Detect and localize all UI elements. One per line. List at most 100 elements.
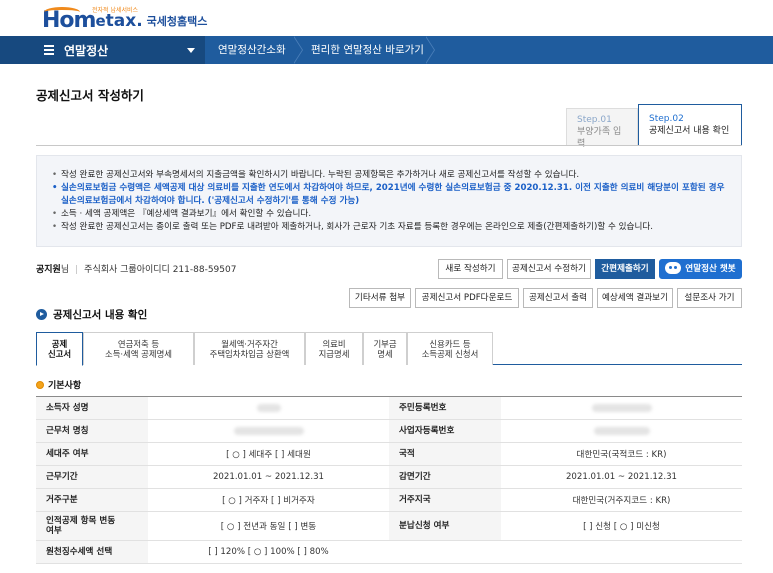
logo-tagline: 전자적 납세서비스	[92, 7, 139, 14]
table-header-cell: 거주구분	[36, 489, 148, 511]
chatbot-icon	[665, 261, 682, 274]
company-info: 공지원님 | 주식회사 그룹아이디디 211-88-59507	[36, 265, 237, 275]
info-line: 작성 완료한 공제신고서는 종이로 출력 또는 PDF로 내려받아 제출하거나,…	[51, 221, 727, 234]
table-cell: 2021.01.01 ~ 2021.12.31	[565, 472, 678, 482]
caret-down-icon	[187, 48, 195, 53]
table-cell-empty	[389, 541, 742, 563]
edit-form-button[interactable]: 공제신고서 수정하기	[507, 259, 591, 279]
hamburger-icon	[44, 45, 54, 55]
print-button[interactable]: 공제신고서 출력	[523, 288, 593, 308]
table-cell: [ ○ ] 세대주 [ ] 세대원	[226, 450, 311, 460]
step-1[interactable]: Step.01 부양가족 입력	[566, 108, 638, 149]
table-cell	[501, 420, 742, 442]
section-title-text: 공제신고서 내용 확인	[53, 309, 148, 321]
step-label: 부양가족 입력	[577, 127, 622, 149]
table-header-cell: 분납신청 여부	[389, 512, 501, 540]
arrow-circle-icon	[36, 309, 47, 320]
tab-deduction-form[interactable]: 공제 신고서	[36, 332, 83, 366]
tab-label: 기부금	[373, 339, 397, 349]
new-write-button[interactable]: 새로 작성하기	[438, 259, 503, 279]
tab-label: 지급명세	[318, 349, 350, 359]
basic-info-table: 소득자 성명 주민등록번호 근무처 명칭 사업자등록번호 세대주 여부 [ ○ …	[36, 396, 742, 564]
form-tabs: 공제 신고서 연금저축 등 소득·세액 공제명세 월세액·거주자간 주택임차차입금 상…	[36, 332, 742, 366]
chatbot-button[interactable]: 연말정산 챗봇	[659, 259, 742, 279]
header: 전자적 납세서비스 Hom e tax. 국세청홈택스	[0, 0, 773, 36]
logo-swoosh-icon	[44, 7, 80, 17]
table-header-cell: 감면기간	[389, 466, 501, 488]
user-suffix: 님	[60, 265, 70, 275]
tab-label: 소득공제 신청서	[421, 349, 479, 359]
table-cell: [ ] 120% [ ○ ] 100% [ ] 80%	[208, 547, 329, 557]
table-cell: 대한민국(거주지코드 : KR)	[572, 496, 671, 506]
table-header-cell: 사업자등록번호	[389, 420, 501, 442]
page-title: 공제신고서 작성하기	[36, 88, 144, 103]
table-cell: 대한민국(국적코드 : KR)	[576, 450, 667, 460]
tab-label: 신고서	[47, 349, 72, 359]
section-title: 공제신고서 내용 확인	[36, 307, 147, 322]
table-header-cell: 원천징수세액 선택	[36, 541, 148, 563]
masked-value	[591, 404, 652, 412]
nav-main-menu[interactable]: 연말정산	[0, 36, 205, 64]
table-cell: [ ○ ] 거주자 [ ] 비거주자	[222, 496, 315, 506]
divider	[36, 145, 742, 146]
pdf-download-button[interactable]: 공제신고서 PDF다운로드	[415, 288, 519, 308]
quick-submit-button[interactable]: 간편제출하기	[595, 259, 655, 279]
tab-credit-card[interactable]: 신용카드 등 소득공제 신청서	[407, 332, 493, 365]
info-line: 소득 · 세액 공제액은 『예상세액 결과보기』에서 확인할 수 있습니다.	[51, 208, 727, 221]
user-name: 공지원	[36, 265, 61, 275]
table-header-cell: 세대주 여부	[36, 443, 148, 465]
tab-donation[interactable]: 기부금 명세	[363, 332, 407, 365]
tab-label: 월세액·거주자간	[221, 339, 278, 349]
company-name: 주식회사 그룹아이디디 211-88-59507	[84, 265, 237, 275]
masked-value	[233, 427, 304, 435]
masked-value	[593, 427, 650, 435]
step-number: Step.01	[577, 115, 612, 125]
table-row: 세대주 여부 [ ○ ] 세대주 [ ] 세대원 국적 대한민국(국적코드 : …	[36, 443, 742, 466]
table-row: 원천징수세액 선택 [ ] 120% [ ○ ] 100% [ ] 80%	[36, 541, 742, 564]
chatbot-label: 연말정산 챗봇	[685, 264, 736, 274]
table-row: 근무처 명칭 사업자등록번호	[36, 420, 742, 443]
estimate-result-button[interactable]: 예상세액 결과보기	[597, 288, 673, 308]
step-number: Step.02	[649, 114, 684, 124]
masked-value	[256, 404, 281, 412]
step-2[interactable]: Step.02 공제신고서 내용 확인	[638, 104, 742, 146]
table-row: 인적공제 항목 변동여부 [ ○ ] 전년과 동일 [ ] 변동 분납신청 여부…	[36, 512, 742, 541]
nav-main-label: 연말정산	[64, 43, 109, 58]
info-box: 작성 완료한 공제신고서와 부속명세서의 지출금액을 확인하시기 바랍니다. 누…	[36, 155, 742, 247]
bullet-icon	[36, 380, 44, 389]
attach-docs-button[interactable]: 기타서류 첨부	[349, 288, 411, 308]
tab-label: 의료비	[322, 339, 346, 349]
tab-pension-savings[interactable]: 연금저축 등 소득·세액 공제명세	[83, 332, 194, 365]
table-header-cell: 근무기간	[36, 466, 148, 488]
hometax-logo[interactable]: 전자적 납세서비스 Hom e tax. 국세청홈택스	[42, 5, 207, 33]
tab-label: 주택임차차입금 상환액	[209, 349, 290, 359]
tab-monthly-rent[interactable]: 월세액·거주자간 주택임차차입금 상환액	[194, 332, 305, 365]
nav-item-simple-service[interactable]: 연말정산간소화	[218, 36, 286, 64]
table-header-cell: 인적공제 항목 변동여부	[36, 512, 148, 540]
nav-item-shortcut[interactable]: 편리한 연말정산 바로가기	[311, 36, 424, 64]
nav-separator-icon	[293, 36, 304, 64]
sub-title-text: 기본사항	[48, 381, 82, 391]
table-cell: [ ○ ] 전년과 동일 [ ] 변동	[220, 522, 317, 532]
table-cell	[148, 420, 389, 442]
tab-label: 명세	[377, 349, 393, 359]
tab-medical[interactable]: 의료비 지급명세	[305, 332, 363, 365]
table-row: 소득자 성명 주민등록번호	[36, 397, 742, 420]
logo-korean-text: 국세청홈택스	[146, 15, 208, 28]
table-cell: [ ] 신청 [ ○ ] 미신청	[583, 522, 660, 532]
table-header-cell: 주민등록번호	[389, 397, 501, 419]
table-header-cell: 거주지국	[389, 489, 501, 511]
table-header-cell: 소득자 성명	[36, 397, 148, 419]
step-label: 공제신고서 내용 확인	[649, 126, 730, 136]
main-nav: 연말정산 연말정산간소화 편리한 연말정산 바로가기	[0, 36, 773, 64]
info-line-highlight: 실손의료보험금 수령액은 세액공제 대상 의료비를 지출한 연도에서 차감하여야…	[51, 182, 727, 208]
table-row: 근무기간 2021.01.01 ~ 2021.12.31 감면기간 2021.0…	[36, 466, 742, 489]
table-cell	[148, 397, 389, 419]
survey-button[interactable]: 설문조사 가기	[677, 288, 742, 308]
sub-title: 기본사항	[36, 378, 81, 391]
tab-label: 신용카드 등	[429, 339, 471, 349]
table-header-cell: 국적	[389, 443, 501, 465]
nav-separator-icon	[425, 36, 436, 64]
tab-label: 소득·세액 공제명세	[105, 349, 172, 359]
table-header-cell: 근무처 명칭	[36, 420, 148, 442]
